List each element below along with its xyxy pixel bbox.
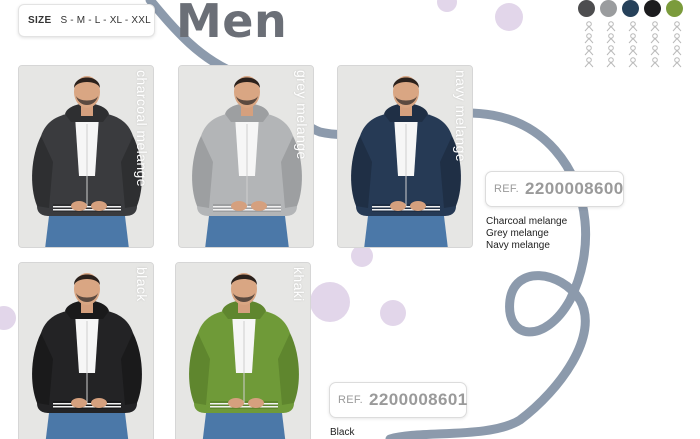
decor-blob (495, 3, 523, 31)
product-card-khaki[interactable]: khaki (175, 262, 311, 439)
product-card-grey[interactable]: grey melange (178, 65, 314, 248)
wash-icon (578, 56, 600, 68)
product-color-label: charcoal melange (134, 70, 150, 187)
reference-box: REF. 2200008600 (485, 171, 624, 207)
dryclean-icon (666, 56, 688, 68)
color-swatches (578, 0, 683, 17)
color-name: Black (330, 427, 355, 438)
ref-code: 2200008600 (525, 179, 624, 198)
swatch-black[interactable] (644, 0, 661, 17)
dry-icon (622, 20, 644, 32)
swatch-grey[interactable] (600, 0, 617, 17)
product-card-charcoal[interactable]: charcoal melange (18, 65, 154, 248)
reference-color-list: Charcoal melange Grey melange Navy melan… (486, 216, 567, 252)
dryclean-icon (666, 32, 688, 44)
product-color-label: grey melange (294, 70, 310, 160)
decor-blob (310, 282, 350, 322)
wash-icon (578, 32, 600, 44)
size-values: S - M - L - XL - XXL (60, 15, 151, 26)
color-name: Navy melange (486, 240, 550, 251)
iron-icon (644, 20, 666, 32)
wash-icon (578, 44, 600, 56)
dry-icon (622, 44, 644, 56)
decor-blob (0, 306, 16, 330)
dry-icon (622, 56, 644, 68)
color-name: Charcoal melange (486, 216, 568, 227)
bleach-icon (600, 44, 622, 56)
reference-color-list: Black (330, 427, 354, 439)
wash-icon (578, 20, 600, 32)
iron-icon (644, 56, 666, 68)
size-label: SIZE (28, 15, 52, 26)
product-card-black[interactable]: black (18, 262, 154, 439)
iron-icon (644, 32, 666, 44)
dry-icon (622, 32, 644, 44)
bleach-icon (600, 32, 622, 44)
dryclean-icon (666, 20, 688, 32)
color-name: Grey melange (486, 228, 549, 239)
swatch-khaki[interactable] (666, 0, 683, 17)
decor-blob (351, 245, 373, 267)
product-color-label: black (134, 267, 150, 302)
ref-prefix: REF. (494, 183, 520, 195)
product-color-label: khaki (291, 267, 307, 302)
bleach-icon (600, 20, 622, 32)
ref-code: 2200008601 (369, 390, 468, 409)
bleach-icon (600, 56, 622, 68)
iron-icon (644, 44, 666, 56)
decor-blob (380, 300, 406, 326)
swatch-navy[interactable] (622, 0, 639, 17)
reference-box: REF. 2200008601 (329, 382, 467, 418)
size-box: SIZE S - M - L - XL - XXL (18, 4, 155, 37)
ref-prefix: REF. (338, 394, 364, 406)
product-color-label: navy melange (453, 70, 469, 162)
product-card-navy[interactable]: navy melange (337, 65, 473, 248)
decor-blob (437, 0, 457, 12)
page-title: Men (176, 0, 288, 48)
care-icons (578, 20, 688, 68)
swatch-charcoal[interactable] (578, 0, 595, 17)
dryclean-icon (666, 44, 688, 56)
